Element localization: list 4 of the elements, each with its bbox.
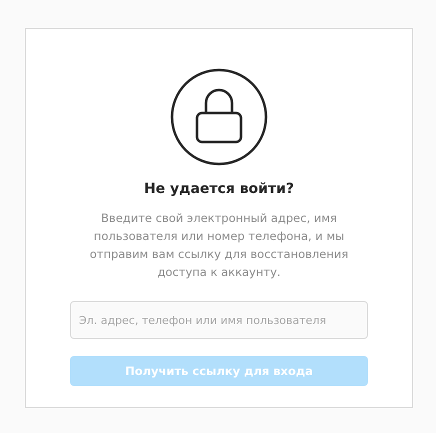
heading: Не удается войти? bbox=[144, 181, 294, 197]
lock-icon bbox=[170, 68, 268, 166]
login-field[interactable]: Эл. адрес, телефон или имя пользователя bbox=[70, 301, 368, 339]
description: Введите свой электронный адрес, имя пользователя или номер телефона, и мы отправим вам ссылку для восстановления доступа к аккаунту. bbox=[88, 210, 350, 281]
